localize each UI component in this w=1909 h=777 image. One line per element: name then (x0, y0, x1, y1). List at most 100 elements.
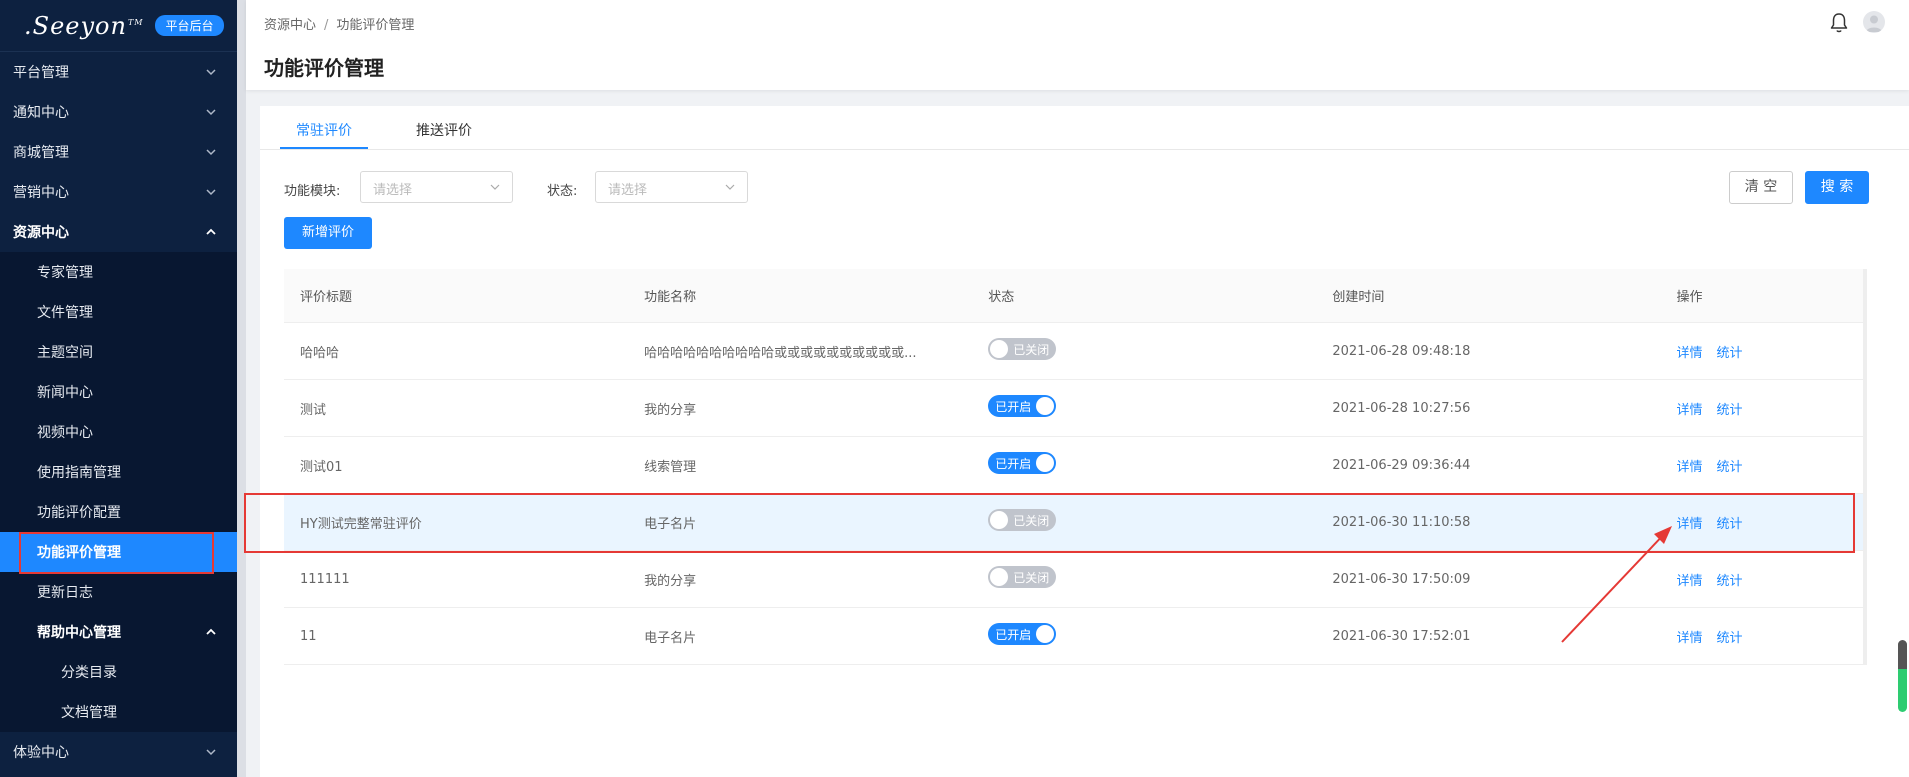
add-evaluation-button[interactable]: 新增评价 (284, 217, 372, 249)
status-toggle[interactable]: 已关闭 (988, 509, 1057, 531)
status-toggle-label: 已关闭 (1013, 514, 1050, 528)
table-header: 评价标题 功能名称 状态 创建时间 操作 (284, 269, 1863, 323)
toggle-knob (990, 340, 1009, 358)
row-feature: 哈哈哈哈哈哈哈哈哈哈或或或或或或或或或或... (644, 345, 917, 361)
row-status: 已关闭 (972, 509, 1316, 535)
chevron-up-icon (206, 228, 216, 235)
row-title: 测试 (300, 402, 327, 418)
tab-bar: 常驻评价 推送评价 (260, 106, 1909, 150)
table-row: 11 电子名片 已开启 2021-06-30 17:52:01 详情 统计 (284, 608, 1863, 665)
detail-link[interactable]: 详情 (1677, 631, 1703, 646)
sidebar-item-marketing[interactable]: 营销中心 (0, 172, 237, 212)
row-feature: 电子名片 (644, 516, 697, 532)
sidebar-item-category[interactable]: 分类目录 (0, 652, 237, 692)
status-toggle[interactable]: 已关闭 (988, 566, 1057, 588)
row-created: 2021-06-30 17:50:09 (1332, 571, 1471, 587)
sidebar-item-eval-config[interactable]: 功能评价配置 (0, 492, 237, 532)
sidebar-item-changelog[interactable]: 更新日志 (0, 572, 237, 612)
row-actions: 详情 统计 (1661, 342, 1864, 361)
col-status: 状态 (988, 290, 1015, 305)
status-toggle[interactable]: 已关闭 (988, 338, 1057, 360)
evaluation-table: 评价标题 功能名称 状态 创建时间 操作 哈哈哈 哈哈哈哈哈哈哈哈哈哈或或或或或或… (284, 269, 1867, 665)
row-status: 已关闭 (972, 338, 1316, 364)
platform-badge: 平台后台 (155, 15, 224, 36)
tab-active-indicator (280, 147, 368, 149)
row-created: 2021-06-29 09:36:44 (1332, 457, 1471, 473)
breadcrumb: 资源中心 / 功能评价管理 (264, 14, 414, 33)
status-toggle[interactable]: 已开启 (988, 395, 1057, 417)
sidebar-item-mall[interactable]: 商城管理 (0, 132, 237, 172)
status-filter-label: 状态: (547, 184, 578, 199)
tab-push-eval[interactable]: 推送评价 (416, 120, 472, 140)
breadcrumb-item: 功能评价管理 (336, 18, 415, 33)
breadcrumb-item[interactable]: 资源中心 (264, 18, 316, 33)
user-icon (1866, 15, 1882, 32)
row-title: 哈哈哈 (300, 345, 340, 361)
toggle-knob (1036, 454, 1055, 472)
stats-link[interactable]: 统计 (1717, 346, 1743, 361)
col-title: 评价标题 (300, 290, 353, 305)
sidebar-item-news[interactable]: 新闻中心 (0, 372, 237, 412)
toggle-knob (1036, 625, 1055, 643)
row-created: 2021-06-28 10:27:56 (1332, 400, 1471, 416)
row-status: 已开启 (972, 395, 1316, 421)
clear-button[interactable]: 清 空 (1729, 171, 1793, 204)
bell-icon[interactable] (1829, 12, 1849, 34)
chevron-up-icon (206, 628, 216, 635)
chevron-down-icon (490, 184, 500, 190)
search-button[interactable]: 搜 索 (1805, 171, 1869, 204)
resource-submenu: 专家管理 文件管理 主题空间 新闻中心 视频中心 使用指南管理 功能评价配置 功… (0, 252, 237, 732)
toggle-knob (1036, 397, 1055, 415)
sidebar-item-platform[interactable]: 平台管理 (0, 52, 237, 92)
status-toggle[interactable]: 已开启 (988, 452, 1057, 474)
stats-link[interactable]: 统计 (1717, 574, 1743, 589)
status-toggle-label: 已开启 (995, 628, 1032, 642)
status-toggle-label: 已开启 (995, 457, 1032, 471)
col-created: 创建时间 (1332, 290, 1385, 305)
sidebar-item-videos[interactable]: 视频中心 (0, 412, 237, 452)
status-select[interactable]: 请选择 (595, 171, 748, 203)
table-row: HY测试完整常驻评价 电子名片 已关闭 2021-06-30 11:10:58 详情 统计 (284, 494, 1863, 551)
row-created: 2021-06-28 09:48:18 (1332, 343, 1471, 359)
logo-bar: .SeeyonTM 平台后台 (0, 0, 237, 52)
row-actions: 详情 统计 (1661, 570, 1864, 589)
page-header: 资源中心 / 功能评价管理 功能评价管理 (246, 0, 1909, 90)
detail-link[interactable]: 详情 (1677, 403, 1703, 418)
stats-link[interactable]: 统计 (1717, 517, 1743, 532)
sidebar-item-docs[interactable]: 文档管理 (0, 692, 237, 732)
sidebar-item-topic-space[interactable]: 主题空间 (0, 332, 237, 372)
tab-resident-eval[interactable]: 常驻评价 (296, 120, 352, 140)
row-actions: 详情 统计 (1661, 456, 1864, 475)
detail-link[interactable]: 详情 (1677, 460, 1703, 475)
sidebar-item-guides[interactable]: 使用指南管理 (0, 452, 237, 492)
sidebar-item-resource[interactable]: 资源中心 (0, 212, 237, 252)
row-title: 111111 (300, 571, 350, 587)
stats-link[interactable]: 统计 (1717, 631, 1743, 646)
stats-link[interactable]: 统计 (1717, 403, 1743, 418)
detail-link[interactable]: 详情 (1677, 346, 1703, 361)
avatar[interactable] (1863, 11, 1885, 33)
module-select[interactable]: 请选择 (360, 171, 513, 203)
status-toggle-label: 已关闭 (1013, 343, 1050, 357)
sidebar-item-help-center[interactable]: 帮助中心管理 (0, 612, 237, 652)
row-title: 测试01 (300, 459, 343, 475)
sidebar-item-experts[interactable]: 专家管理 (0, 252, 237, 292)
stats-link[interactable]: 统计 (1717, 460, 1743, 475)
chevron-down-icon (206, 189, 216, 196)
table-row: 测试01 线索管理 已开启 2021-06-29 09:36:44 详情 统计 (284, 437, 1863, 494)
row-feature: 线索管理 (644, 459, 697, 475)
row-actions: 详情 统计 (1661, 399, 1864, 418)
scroll-indicator[interactable] (1898, 640, 1907, 712)
chevron-down-icon (206, 109, 216, 116)
sidebar-item-files[interactable]: 文件管理 (0, 292, 237, 332)
detail-link[interactable]: 详情 (1677, 574, 1703, 589)
table-row: 测试 我的分享 已开启 2021-06-28 10:27:56 详情 统计 (284, 380, 1863, 437)
table-row: 哈哈哈 哈哈哈哈哈哈哈哈哈哈或或或或或或或或或或... 已关闭 2021-06-28 … (284, 323, 1863, 380)
sidebar-item-notice[interactable]: 通知中心 (0, 92, 237, 132)
sidebar-item-eval-manage[interactable]: 功能评价管理 (0, 532, 237, 574)
status-toggle[interactable]: 已开启 (988, 623, 1057, 645)
chevron-down-icon (206, 749, 216, 756)
detail-link[interactable]: 详情 (1677, 517, 1703, 532)
row-created: 2021-06-30 11:10:58 (1332, 514, 1471, 530)
sidebar-item-experience[interactable]: 体验中心 (0, 732, 237, 772)
